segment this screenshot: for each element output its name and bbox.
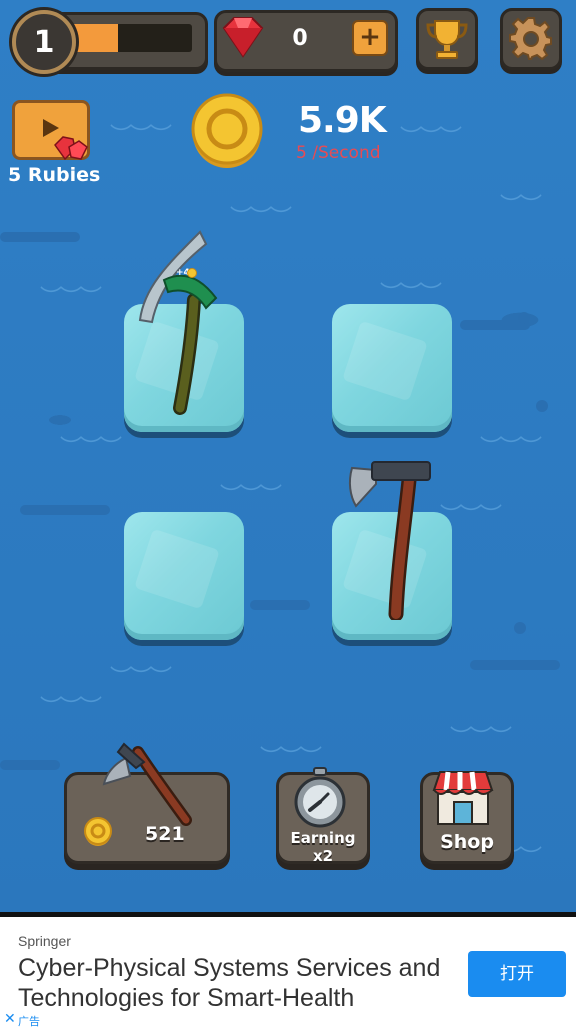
ad-open-button[interactable]: 打开 — [468, 951, 566, 997]
trophy-button[interactable] — [416, 8, 478, 70]
current-line — [470, 660, 560, 670]
wave-decor: ︶︶ — [500, 194, 542, 219]
current-line — [20, 505, 110, 515]
stopwatch-icon — [294, 767, 346, 828]
wave-decor: ︶︶︶ — [110, 124, 172, 149]
current-line — [0, 232, 80, 242]
axe-icon — [102, 742, 192, 826]
wave-decor: ︶︶︶ — [480, 436, 542, 461]
xp-bar — [70, 24, 192, 52]
bubble-dot — [536, 400, 548, 412]
merge-slot-3[interactable] — [124, 512, 244, 640]
bubble-dot — [518, 312, 530, 324]
coin-icon — [191, 93, 263, 168]
bubble-dot — [514, 622, 526, 634]
wave-decor: ︶︶︶ — [230, 206, 292, 231]
xp-bar-fill — [70, 24, 118, 52]
small-coin-icon — [187, 268, 197, 278]
trophy-icon — [426, 20, 468, 59]
earning-boost-label: Earning x2 — [290, 829, 356, 865]
rubies-reward-label: 5 Rubies — [8, 164, 101, 186]
wave-decor: ︶︶︶ — [400, 126, 462, 151]
coin-rate: 5 /Second — [296, 143, 381, 163]
ad-banner[interactable]: Springer Cyber-Physical Systems Services… — [0, 912, 576, 1029]
wave-decor: ︶︶︶ — [110, 666, 172, 691]
wave-decor: ︶︶︶ — [450, 726, 512, 751]
level-number: 1 — [33, 24, 55, 60]
wave-decor: ︶︶︶ — [220, 484, 282, 509]
ad-close-icon[interactable]: ✕ — [4, 1011, 16, 1027]
ad-title[interactable]: Cyber-Physical Systems Services and Tech… — [18, 953, 458, 1013]
ruby-cluster-icon — [54, 136, 88, 161]
watch-video-button[interactable] — [12, 100, 90, 161]
pickaxe-weapon[interactable] — [136, 226, 232, 416]
current-line — [0, 760, 60, 770]
gem-count: 0 — [292, 26, 308, 51]
ad-brand: Springer — [18, 933, 71, 949]
settings-button[interactable] — [500, 8, 562, 70]
gear-icon — [509, 17, 552, 61]
ad-tag: 广告 — [18, 1015, 40, 1028]
merge-slot-2[interactable] — [332, 304, 452, 432]
level-badge: 1 — [12, 10, 76, 74]
axe-weapon[interactable] — [346, 454, 436, 620]
wave-decor: ︶︶︶ — [40, 696, 102, 721]
current-line — [250, 600, 310, 610]
coin-total: 5.9K — [298, 100, 387, 141]
wave-decor: ︶︶︶ — [60, 436, 122, 461]
shop-icon — [432, 771, 494, 825]
shop-label: Shop — [440, 831, 494, 853]
wave-decor: ︶︶︶ — [40, 286, 102, 311]
buy-price: 521 — [145, 823, 185, 845]
buy-gems-button[interactable]: + — [352, 20, 388, 56]
